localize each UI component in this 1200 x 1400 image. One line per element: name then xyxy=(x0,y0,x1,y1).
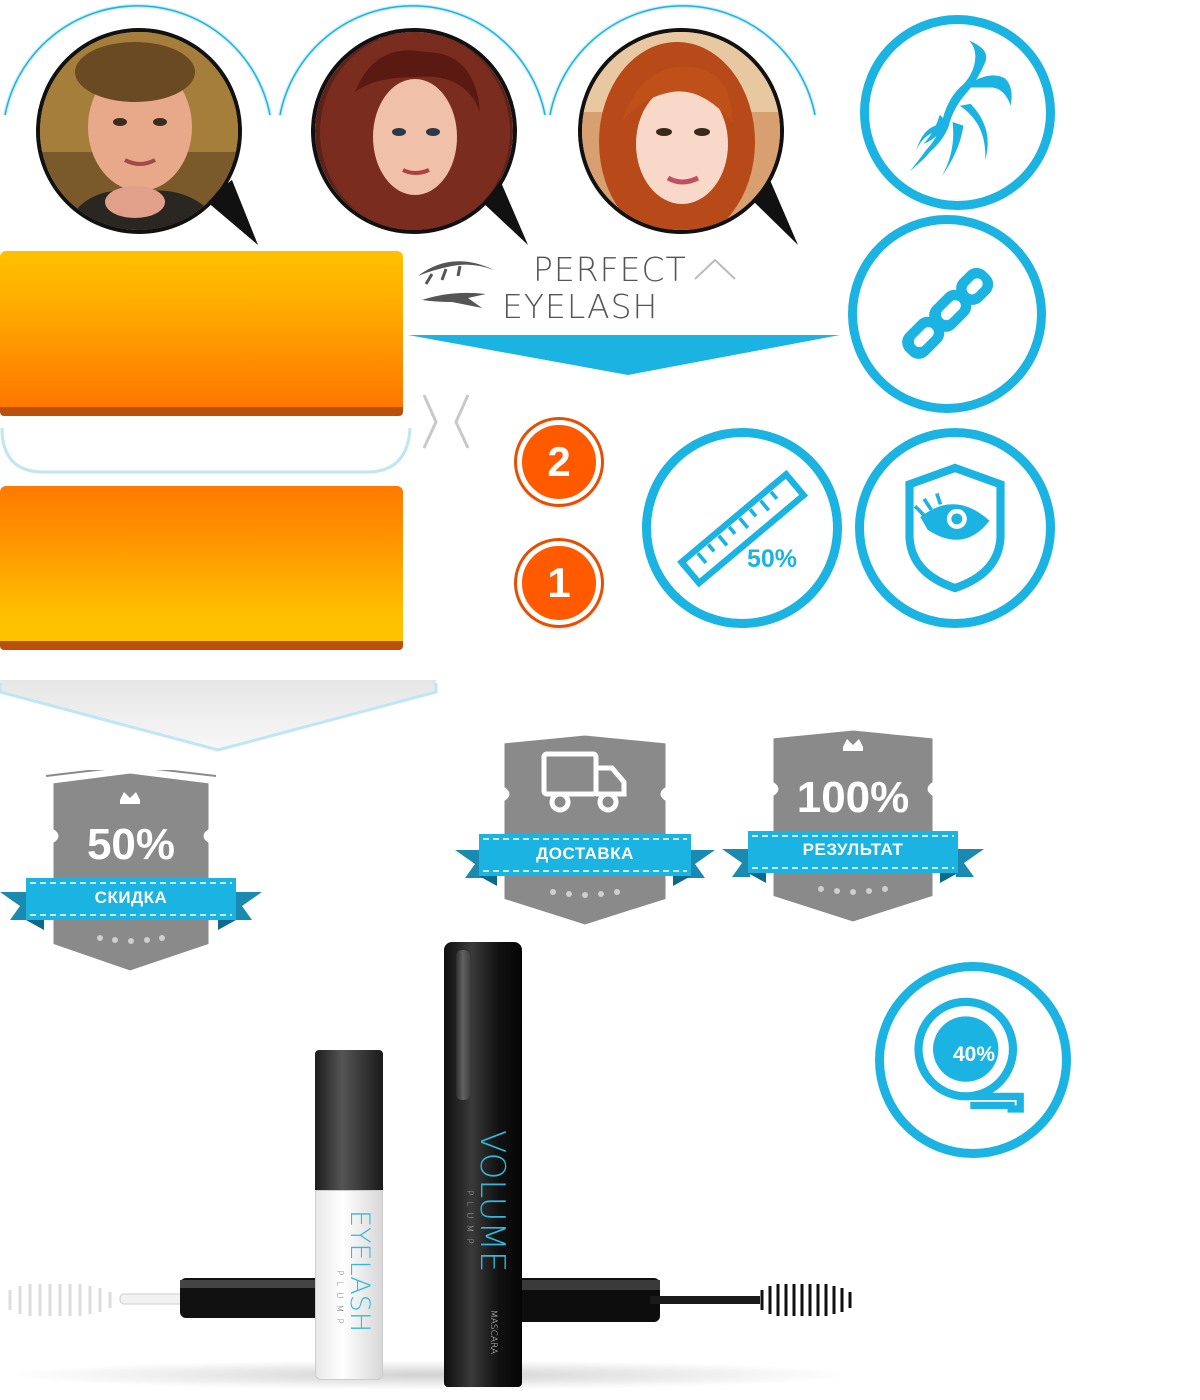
ruler-percent: 50% xyxy=(747,545,798,573)
volume-product-name: VOLUME xyxy=(472,1130,512,1273)
result-value: 100% xyxy=(796,773,910,822)
result-label: РЕЗУЛЬТАТ xyxy=(802,840,904,859)
tube-highlight xyxy=(456,950,470,1100)
result-badge: 100% РЕЗУЛЬТАТ xyxy=(722,725,984,927)
logo-line-2: EYELASH xyxy=(502,287,659,326)
cta-button-bottom[interactable] xyxy=(0,486,403,650)
logo-line-1: PERFECT xyxy=(533,250,687,289)
step-badge-1: 1 xyxy=(517,541,601,625)
avatar xyxy=(578,28,784,234)
avatar xyxy=(311,28,517,234)
chain-link-icon xyxy=(902,267,994,359)
eyelash-product-sub: PLUMP xyxy=(334,1270,344,1330)
tape-icon-circle: 40% xyxy=(875,962,1071,1158)
ginseng-icon xyxy=(909,40,1012,177)
ginseng-icon-circle xyxy=(860,15,1055,210)
discount-badge: 50% СКИДКА xyxy=(0,770,262,975)
ruler-icon xyxy=(677,469,809,588)
product-shadow xyxy=(0,1360,860,1390)
chevron-up-icon[interactable] xyxy=(692,255,738,285)
arrow-down-blue xyxy=(408,335,840,375)
truck-icon xyxy=(541,751,627,813)
chain-icon-circle xyxy=(848,215,1046,413)
step-badge-2: 2 xyxy=(517,420,601,504)
arrow-down-gray xyxy=(0,680,438,752)
avatar xyxy=(36,28,242,234)
eye-shield-icon xyxy=(905,463,1005,593)
delivery-label: ДОСТАВКА xyxy=(536,844,634,863)
volume-product-type: MASCARA xyxy=(488,1310,498,1355)
delivery-badge: ДОСТАВКА xyxy=(455,730,715,930)
cta-button-top[interactable] xyxy=(0,251,403,416)
eyelash-wand xyxy=(8,1278,320,1318)
volume-product-sub: PLUMP xyxy=(464,1190,474,1250)
discount-value: 50% xyxy=(86,820,176,869)
shield-icon-circle xyxy=(855,428,1055,628)
eyelash-product-name: EYELASH xyxy=(344,1210,375,1333)
discount-label: СКИДКА xyxy=(94,888,168,907)
button-shadow-arc xyxy=(0,427,412,474)
ruler-icon-circle: 50% xyxy=(642,428,842,628)
volume-wand xyxy=(500,1278,852,1322)
tape-percent: 40% xyxy=(952,1043,996,1066)
chevron-pair-icon xyxy=(422,394,470,449)
